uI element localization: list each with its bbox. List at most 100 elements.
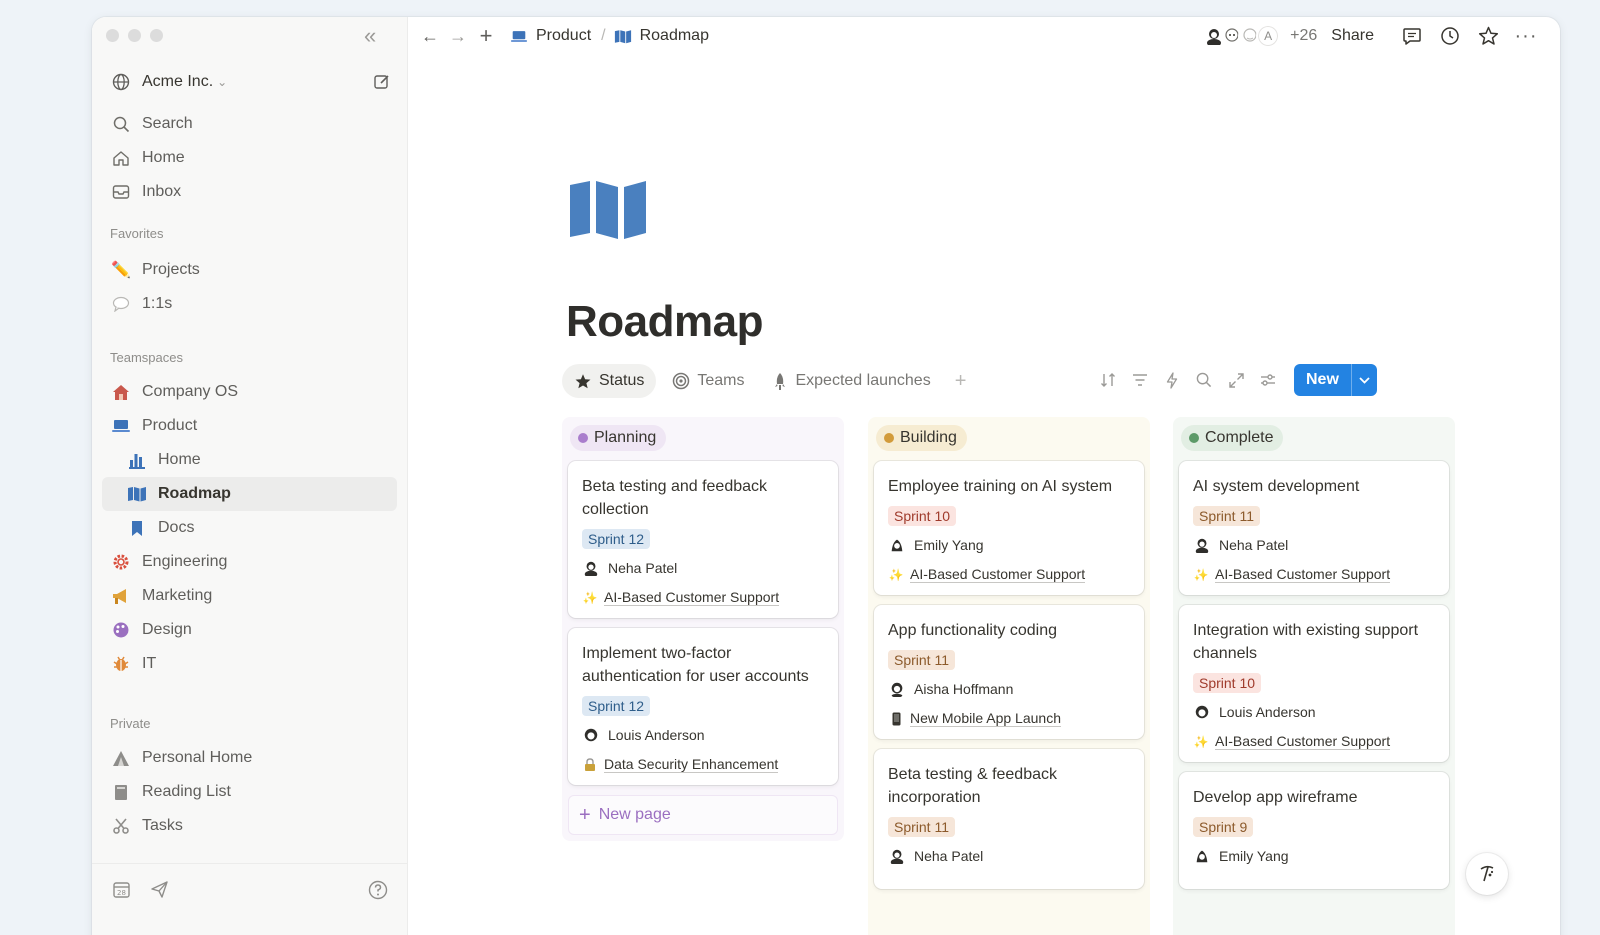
new-page-compose-icon[interactable] — [371, 71, 393, 93]
settings-sliders-icon[interactable] — [1252, 364, 1284, 396]
ai-assistant-icon[interactable] — [1466, 853, 1508, 895]
board-card[interactable]: AI system development Sprint 11 Neha Pat… — [1179, 461, 1449, 595]
board-column-complete: Complete AI system development Sprint 11… — [1173, 417, 1455, 935]
teamspaces-section: Teamspaces Company OS Product Home Roadm… — [102, 345, 397, 681]
sparkle-icon: ✨ — [582, 590, 598, 605]
sidebar-item-label: Projects — [142, 261, 200, 278]
card-project[interactable]: ✨ AI-Based Customer Support — [582, 589, 824, 606]
forward-arrow-icon[interactable]: → — [444, 22, 472, 50]
sidebar-item-label: IT — [142, 655, 157, 672]
board-card[interactable]: Beta testing & feedback incorporation Sp… — [874, 749, 1144, 889]
sidebar-item-home[interactable]: Home — [102, 141, 397, 175]
collapse-sidebar-icon[interactable]: « — [364, 25, 388, 49]
card-assignee: Emily Yang — [888, 536, 1130, 554]
window-controls — [106, 29, 163, 42]
plus-icon[interactable]: + — [472, 22, 500, 50]
sidebar-item-design[interactable]: Design — [102, 613, 397, 647]
assignee-name: Emily Yang — [914, 537, 984, 553]
tab-teams[interactable]: Teams — [660, 364, 756, 398]
new-page-button[interactable]: + New page — [568, 795, 838, 835]
search-icon — [110, 113, 132, 135]
maximize-window-button[interactable] — [150, 29, 163, 42]
collaborator-avatars[interactable]: A — [1202, 24, 1281, 48]
project-name: AI-Based Customer Support — [1215, 733, 1391, 750]
board-card[interactable]: Integration with existing support channe… — [1179, 605, 1449, 762]
sidebar-item-product[interactable]: Product — [102, 409, 397, 443]
expand-icon[interactable] — [1220, 364, 1252, 396]
minimize-window-button[interactable] — [128, 29, 141, 42]
sidebar-item-tasks[interactable]: Tasks — [102, 809, 397, 843]
plus-icon: + — [579, 803, 591, 826]
status-label: Planning — [594, 429, 657, 446]
board-card[interactable]: Develop app wireframe Sprint 9 Emily Yan… — [1179, 772, 1449, 889]
history-clock-icon[interactable] — [1436, 22, 1464, 50]
close-window-button[interactable] — [106, 29, 119, 42]
breadcrumb-item-product[interactable]: Product — [510, 27, 591, 45]
card-title: Implement two-factor authentication for … — [582, 645, 809, 685]
chevron-down-icon[interactable] — [1350, 364, 1377, 396]
status-dot — [884, 433, 894, 443]
card-assignee: Neha Patel — [888, 847, 1130, 865]
card-title: Develop app wireframe — [1193, 789, 1358, 806]
card-project[interactable]: New Mobile App Launch — [888, 710, 1130, 727]
sidebar-item-projects[interactable]: ✏️ Projects — [102, 253, 397, 287]
card-project[interactable]: ✨ AI-Based Customer Support — [1193, 733, 1435, 750]
more-options-icon[interactable]: ··· — [1512, 22, 1540, 50]
tab-expected-launches[interactable]: Expected launches — [760, 364, 942, 398]
assignee-name: Neha Patel — [914, 848, 984, 864]
send-icon[interactable] — [148, 879, 170, 901]
sidebar-item-product-home[interactable]: Home — [102, 443, 397, 477]
sidebar-item-engineering[interactable]: Engineering — [102, 545, 397, 579]
sprint-tag: Sprint 10 — [888, 506, 957, 526]
project-name: New Mobile App Launch — [910, 710, 1061, 727]
status-badge[interactable]: Building — [876, 425, 967, 451]
card-project[interactable]: ✨ AI-Based Customer Support — [1193, 566, 1435, 583]
topbar-actions: A +26 Share ··· — [1202, 17, 1540, 55]
avatar: A — [1256, 24, 1281, 48]
page-title[interactable]: Roadmap — [566, 297, 763, 347]
board-card[interactable]: App functionality coding Sprint 11 Aisha… — [874, 605, 1144, 739]
sidebar-item-label: Roadmap — [158, 485, 231, 502]
card-title: Beta testing & feedback incorporation — [888, 766, 1057, 806]
tab-status[interactable]: Status — [562, 364, 657, 398]
card-title: Employee training on AI system — [888, 478, 1113, 495]
status-badge[interactable]: Complete — [1181, 425, 1284, 451]
board-card[interactable]: Implement two-factor authentication for … — [568, 628, 838, 785]
collaborator-count[interactable]: +26 — [1290, 27, 1317, 45]
sidebar-item-personal-home[interactable]: Personal Home — [102, 741, 397, 775]
comment-icon[interactable] — [1398, 22, 1426, 50]
sidebar-item-search[interactable]: Search — [102, 107, 397, 141]
board-card[interactable]: Employee training on AI system Sprint 10… — [874, 461, 1144, 595]
search-icon[interactable] — [1188, 364, 1220, 396]
laptop-icon — [110, 415, 132, 437]
filter-icon[interactable] — [1124, 364, 1156, 396]
add-view-icon[interactable]: + — [955, 370, 967, 393]
new-button[interactable]: New — [1294, 364, 1351, 396]
chart-icon — [126, 449, 148, 471]
status-badge[interactable]: Planning — [570, 425, 667, 451]
star-icon[interactable] — [1474, 22, 1502, 50]
lightning-icon[interactable] — [1156, 364, 1188, 396]
help-icon[interactable] — [367, 879, 389, 901]
sidebar-item-1on1s[interactable]: 1:1s — [102, 287, 397, 321]
sidebar-item-docs[interactable]: Docs — [102, 511, 397, 545]
calendar-icon[interactable]: 28 — [110, 879, 132, 901]
new-page-label: New page — [598, 806, 671, 823]
card-project[interactable]: ✨ AI-Based Customer Support — [888, 566, 1130, 583]
sidebar-item-it[interactable]: IT — [102, 647, 397, 681]
sidebar-item-reading-list[interactable]: Reading List — [102, 775, 397, 809]
back-arrow-icon[interactable]: ← — [416, 22, 444, 50]
chevron-down-icon: ⌄ — [217, 75, 228, 89]
sidebar-item-marketing[interactable]: Marketing — [102, 579, 397, 613]
board-card[interactable]: Beta testing and feedback collection Spr… — [568, 461, 838, 618]
sidebar-item-company-os[interactable]: Company OS — [102, 375, 397, 409]
workspace-switcher[interactable]: Acme Inc. ⌄ — [110, 67, 393, 97]
card-project[interactable]: Data Security Enhancement — [582, 756, 824, 773]
breadcrumb-item-roadmap[interactable]: Roadmap — [614, 27, 709, 45]
avatar-icon — [888, 847, 906, 865]
share-button[interactable]: Share — [1331, 27, 1374, 45]
sidebar-item-inbox[interactable]: Inbox — [102, 175, 397, 209]
page-map-icon[interactable] — [568, 179, 648, 244]
sidebar-item-roadmap[interactable]: Roadmap — [102, 477, 397, 511]
sort-icon[interactable] — [1092, 364, 1124, 396]
